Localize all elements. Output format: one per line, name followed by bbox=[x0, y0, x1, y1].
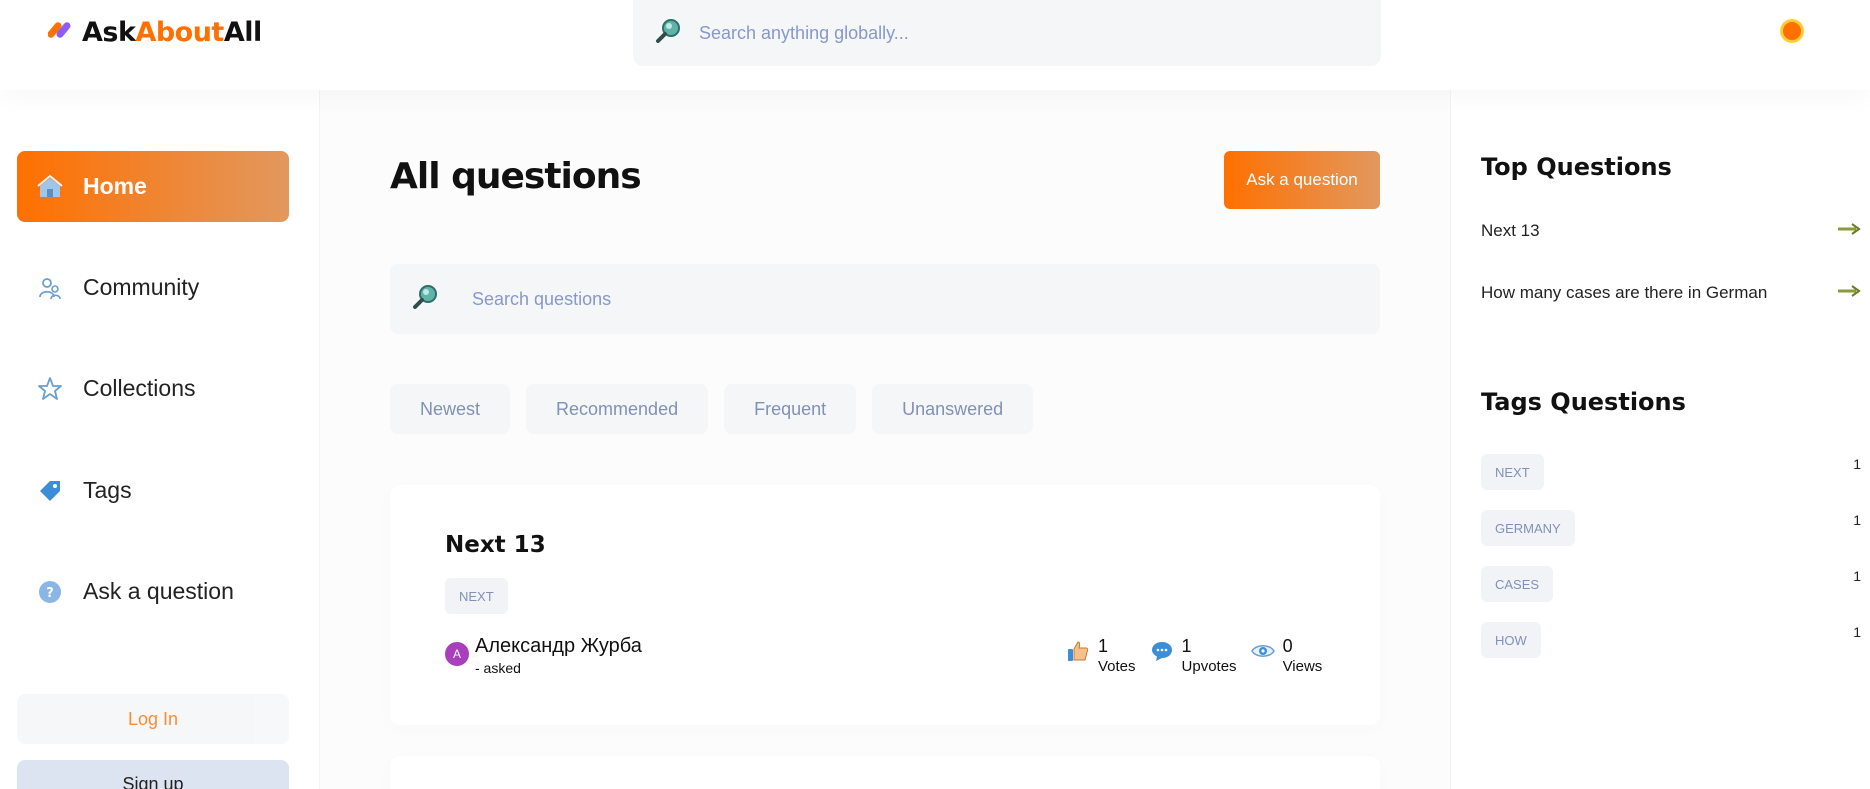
sidebar-item-ask-question[interactable]: ? Ask a question bbox=[17, 556, 289, 627]
top-question-label: How many cases are there in German bbox=[1481, 283, 1768, 302]
tag-pill[interactable]: NEXT bbox=[1481, 454, 1544, 490]
question-card bbox=[390, 756, 1380, 789]
right-sidebar: Top Questions Next 13 How many cases are… bbox=[1450, 0, 1870, 789]
logo[interactable]: AskAboutAll bbox=[47, 14, 262, 50]
popular-tag-row[interactable]: NEXT 1 bbox=[1481, 454, 1861, 490]
arrow-right-icon bbox=[1837, 283, 1861, 303]
sidebar-item-label: Ask a question bbox=[83, 578, 234, 604]
tag-pill[interactable]: CASES bbox=[1481, 566, 1554, 602]
filter-tabs: Newest Recommended Frequent Unanswered bbox=[390, 384, 1034, 434]
question-tag[interactable]: NEXT bbox=[445, 578, 508, 614]
global-search-input[interactable] bbox=[699, 22, 1299, 44]
question-author[interactable]: A Александр Журба - asked bbox=[445, 635, 642, 676]
tag-count: 1 bbox=[1853, 568, 1861, 584]
logo-icon bbox=[47, 17, 74, 48]
top-question-item[interactable]: How many cases are there in German bbox=[1481, 278, 1861, 308]
search-icon bbox=[412, 283, 440, 316]
question-title[interactable]: Next 13 bbox=[445, 532, 546, 558]
author-name: Александр Журба bbox=[475, 635, 642, 657]
global-search-bar bbox=[633, 0, 1381, 66]
sidebar-item-label: Home bbox=[83, 173, 147, 199]
sidebar-item-label: Tags bbox=[83, 477, 132, 503]
logo-text-about: About bbox=[135, 16, 224, 48]
home-icon bbox=[37, 174, 63, 200]
sidebar-item-home[interactable]: Home bbox=[17, 151, 289, 222]
ask-question-button[interactable]: Ask a question bbox=[1224, 151, 1380, 209]
filter-recommended[interactable]: Recommended bbox=[526, 384, 709, 434]
top-question-item[interactable]: Next 13 bbox=[1481, 216, 1861, 246]
chat-bubble-icon bbox=[1150, 639, 1174, 663]
popular-tag-row[interactable]: GERMANY 1 bbox=[1481, 510, 1861, 546]
sidebar-item-tags[interactable]: Tags bbox=[17, 455, 289, 526]
star-icon bbox=[37, 376, 63, 402]
sidebar-item-community[interactable]: Community bbox=[17, 252, 289, 323]
upvotes-count: 1 bbox=[1181, 636, 1192, 656]
main-content: All questions Ask a question Newest Reco… bbox=[390, 0, 1380, 789]
tag-count: 1 bbox=[1853, 456, 1861, 472]
tag-pill[interactable]: HOW bbox=[1481, 622, 1541, 658]
views-count: 0 bbox=[1282, 636, 1293, 656]
arrow-right-icon bbox=[1837, 221, 1861, 241]
thumbs-up-icon bbox=[1066, 639, 1090, 663]
upvotes-label: Upvotes bbox=[1181, 658, 1237, 675]
tags-questions-title: Tags Questions bbox=[1481, 388, 1686, 416]
sidebar-item-label: Collections bbox=[83, 375, 196, 401]
top-navbar: AskAboutAll bbox=[0, 0, 1870, 90]
top-question-label: Next 13 bbox=[1481, 221, 1540, 240]
metric-votes: 1 Votes bbox=[1066, 636, 1136, 675]
logo-text-ask: Ask bbox=[82, 16, 136, 48]
signup-button[interactable]: Sign up bbox=[17, 760, 289, 789]
avatar: A bbox=[445, 642, 469, 666]
left-sidebar: Home Community Collections Tags ? Ask a … bbox=[0, 0, 320, 789]
tag-pill[interactable]: GERMANY bbox=[1481, 510, 1575, 546]
eye-icon bbox=[1250, 639, 1275, 663]
page-title: All questions bbox=[390, 156, 642, 197]
sun-icon[interactable] bbox=[1778, 17, 1806, 45]
filter-unanswered[interactable]: Unanswered bbox=[872, 384, 1034, 434]
popular-tag-row[interactable]: CASES 1 bbox=[1481, 566, 1861, 602]
sidebar-item-collections[interactable]: Collections bbox=[17, 353, 289, 424]
asked-time: - asked bbox=[475, 660, 521, 676]
sidebar-item-label: Community bbox=[83, 274, 200, 300]
tag-count: 1 bbox=[1853, 512, 1861, 528]
svg-text:?: ? bbox=[46, 586, 54, 601]
local-search-bar bbox=[390, 264, 1380, 334]
questions-search-input[interactable] bbox=[472, 288, 1272, 310]
metric-upvotes: 1 Upvotes bbox=[1150, 636, 1237, 675]
tag-icon bbox=[37, 478, 63, 504]
search-icon bbox=[655, 17, 683, 50]
filter-newest[interactable]: Newest bbox=[390, 384, 511, 434]
question-metrics: 1 Votes 1 Upvotes 0 Views bbox=[1066, 636, 1322, 675]
top-questions-title: Top Questions bbox=[1481, 153, 1672, 181]
tag-count: 1 bbox=[1853, 624, 1861, 640]
popular-tag-row[interactable]: HOW 1 bbox=[1481, 622, 1861, 658]
users-icon bbox=[37, 275, 63, 301]
filter-frequent[interactable]: Frequent bbox=[724, 384, 857, 434]
metric-views: 0 Views bbox=[1250, 636, 1323, 675]
logo-text-all: All bbox=[223, 16, 262, 48]
votes-count: 1 bbox=[1098, 636, 1109, 656]
views-label: Views bbox=[1282, 658, 1323, 675]
question-icon: ? bbox=[37, 579, 63, 605]
login-button[interactable]: Log In bbox=[17, 694, 289, 744]
votes-label: Votes bbox=[1098, 658, 1136, 675]
question-card: Next 13 NEXT A Александр Журба - asked 1… bbox=[390, 485, 1380, 725]
